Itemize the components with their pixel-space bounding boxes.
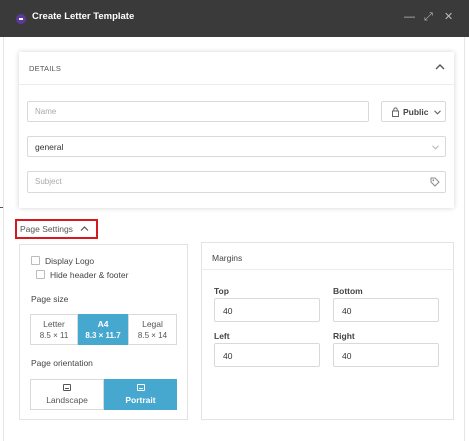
page-orientation-label: Page orientation [31, 358, 93, 368]
hide-header-footer-label: Hide header & footer [50, 270, 129, 280]
app-icon [16, 14, 26, 24]
margin-left-input[interactable]: 40 [214, 343, 320, 367]
window-title: Create Letter Template [32, 11, 135, 22]
details-header[interactable]: DETAILS [19, 52, 454, 85]
margin-left-label: Left [214, 331, 230, 341]
margin-bottom-input[interactable]: 40 [333, 298, 439, 322]
visibility-dropdown[interactable]: Public [381, 101, 446, 122]
orientation-label: Portrait [125, 395, 156, 405]
tag-icon[interactable] [430, 177, 440, 187]
margins-title: Margins [212, 253, 243, 263]
dialog-edge-right [464, 37, 465, 441]
minimize-icon[interactable]: — [404, 9, 415, 25]
chevron-down-icon [432, 145, 439, 150]
name-placeholder: Name [35, 107, 57, 116]
orientation-portrait[interactable]: Portrait [104, 379, 177, 410]
subject-input[interactable]: Subject [27, 171, 446, 193]
margin-top-label: Top [214, 286, 229, 296]
size-name: Letter [43, 319, 65, 329]
orientation-landscape[interactable]: Landscape [30, 379, 104, 410]
page-size-label: Page size [31, 294, 69, 304]
chevron-up-icon[interactable] [435, 61, 445, 73]
category-value: general [35, 142, 64, 152]
details-title: DETAILS [29, 64, 62, 73]
visibility-label: Public [403, 107, 429, 117]
image-icon [63, 384, 71, 391]
page-size-letter[interactable]: Letter 8.5 × 11 [30, 314, 78, 345]
page-settings-label: Page Settings [20, 224, 73, 234]
size-dims: 8.5 × 11 [39, 331, 69, 340]
margin-right-label: Right [333, 331, 355, 341]
page-size-legal[interactable]: Legal 8.5 × 14 [128, 314, 177, 345]
window-titlebar: Create Letter Template — ⤢ ✕ [0, 0, 469, 37]
category-select[interactable]: general [27, 136, 446, 157]
margins-divider [201, 269, 454, 270]
size-name: A4 [97, 319, 109, 329]
chevron-down-icon [434, 110, 441, 115]
edge-marker [0, 207, 3, 208]
orientation-label: Landscape [46, 395, 88, 405]
maximize-icon[interactable]: ⤢ [424, 9, 433, 25]
margin-right-value: 40 [342, 351, 352, 361]
subject-placeholder: Subject [35, 177, 62, 186]
page-settings-toggle[interactable]: Page Settings [15, 219, 98, 239]
lock-icon [392, 107, 399, 117]
margin-right-input[interactable]: 40 [333, 343, 439, 367]
image-icon [136, 384, 145, 391]
size-name: Legal [142, 319, 163, 329]
name-input[interactable]: Name [27, 101, 369, 122]
display-logo-checkbox[interactable] [31, 256, 40, 265]
margin-left-value: 40 [223, 351, 233, 361]
size-dims: 8.5 × 14 [137, 331, 168, 340]
margin-bottom-value: 40 [342, 306, 352, 316]
margin-top-input[interactable]: 40 [214, 298, 320, 322]
close-icon[interactable]: ✕ [444, 9, 453, 25]
page-size-a4[interactable]: A4 8.3 × 11.7 [78, 314, 128, 345]
chevron-up-icon [80, 226, 89, 231]
margin-top-value: 40 [223, 306, 233, 316]
dialog-edge-left [3, 37, 4, 441]
display-logo-label: Display Logo [45, 256, 95, 266]
margin-bottom-label: Bottom [333, 286, 363, 296]
hide-header-footer-checkbox[interactable] [36, 270, 45, 279]
size-dims: 8.3 × 11.7 [85, 331, 121, 340]
